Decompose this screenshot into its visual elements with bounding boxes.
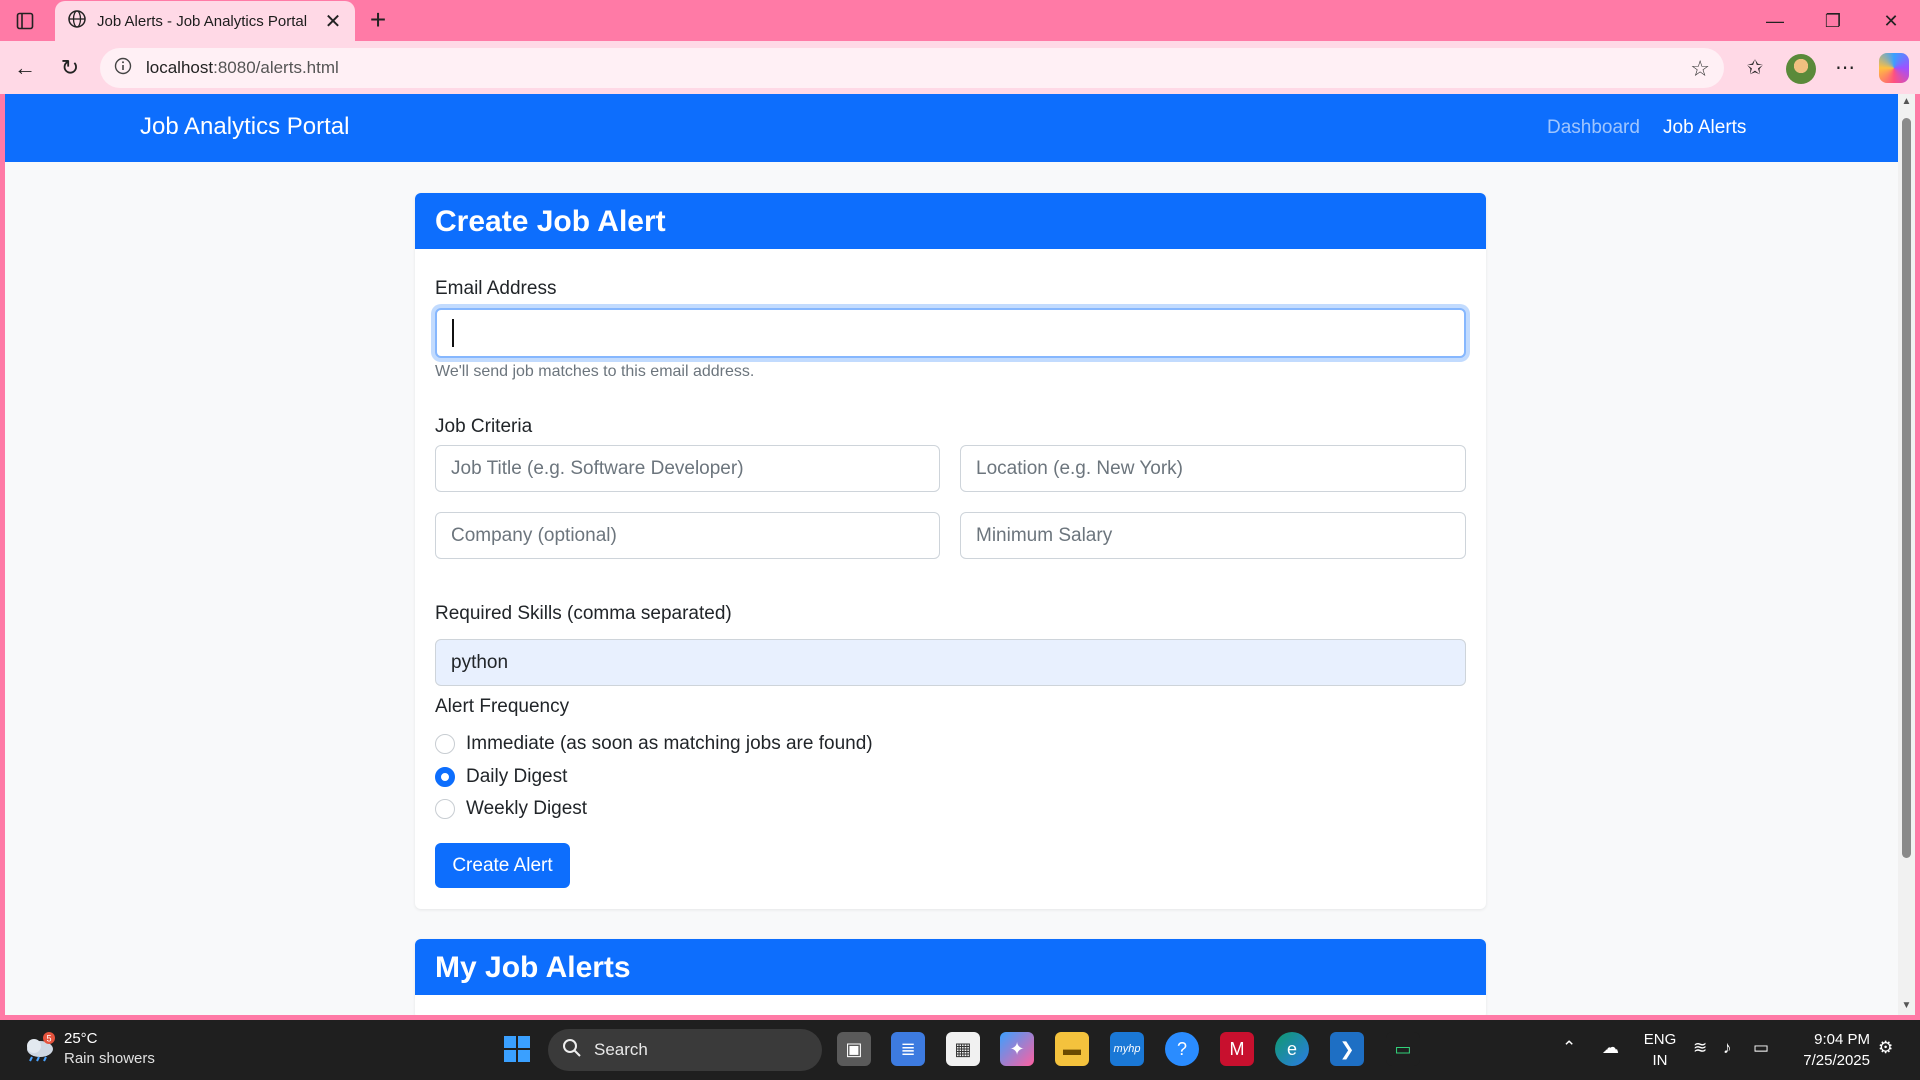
new-tab-button[interactable]: + xyxy=(364,6,392,34)
nav-link-job-alerts[interactable]: Job Alerts xyxy=(1663,117,1746,139)
email-field[interactable] xyxy=(435,308,1466,358)
browser-toolbar: ← ↻ localhost:8080/alerts.html ☆ ✩ ⋯ xyxy=(0,41,1920,94)
frequency-option-immediate[interactable]: Immediate (as soon as matching jobs are … xyxy=(435,733,873,755)
email-help-text: We'll send job matches to this email add… xyxy=(435,363,755,380)
show-hidden-icons[interactable]: ⌃ xyxy=(1562,1038,1576,1058)
address-bar[interactable]: localhost:8080/alerts.html ☆ xyxy=(100,48,1724,88)
taskbar-search[interactable]: Search xyxy=(548,1029,822,1071)
weather-temperature: 25°C xyxy=(64,1030,98,1047)
reload-icon[interactable]: ↻ xyxy=(55,53,85,83)
radio-daily-label: Daily Digest xyxy=(466,766,568,787)
email-label: Email Address xyxy=(435,278,557,299)
radio-daily[interactable] xyxy=(435,767,455,787)
location-input[interactable]: Location (e.g. New York) xyxy=(960,445,1466,492)
radio-weekly-label: Weekly Digest xyxy=(466,798,588,819)
favorite-star-icon[interactable]: ☆ xyxy=(1690,56,1710,82)
copilot-app-icon[interactable]: ✦ xyxy=(1000,1032,1034,1066)
browser-titlebar: Job Alerts - Job Analytics Portal ✕ + — … xyxy=(0,0,1920,41)
text-caret xyxy=(452,319,454,347)
browser-tab-active[interactable]: Job Alerts - Job Analytics Portal ✕ xyxy=(55,1,355,41)
brand-link[interactable]: Job Analytics Portal xyxy=(140,113,349,141)
site-info-icon[interactable] xyxy=(114,57,132,80)
weather-description: Rain showers xyxy=(64,1050,155,1067)
page-scrollbar[interactable]: ▲ ▼ xyxy=(1898,94,1915,1015)
edge-browser-icon[interactable]: e xyxy=(1275,1032,1309,1066)
minimize-icon[interactable]: — xyxy=(1755,6,1795,36)
vscode-icon[interactable]: ❯ xyxy=(1330,1032,1364,1066)
salary-placeholder: Minimum Salary xyxy=(976,524,1113,546)
file-explorer-icon[interactable]: ▬ xyxy=(1055,1032,1089,1066)
scroll-up-icon[interactable]: ▲ xyxy=(1901,96,1912,107)
volume-icon[interactable]: ♪ xyxy=(1723,1038,1732,1058)
scroll-thumb[interactable] xyxy=(1902,118,1911,858)
more-menu-icon[interactable]: ⋯ xyxy=(1830,53,1860,83)
tab-title: Job Alerts - Job Analytics Portal xyxy=(97,12,308,30)
close-window-icon[interactable]: ✕ xyxy=(1871,6,1911,36)
myhp-icon[interactable]: myhp xyxy=(1110,1032,1144,1066)
my-alerts-title: My Job Alerts xyxy=(415,939,1486,995)
close-tab-icon[interactable]: ✕ xyxy=(323,9,343,34)
radio-immediate-label: Immediate (as soon as matching jobs are … xyxy=(466,733,873,754)
radio-immediate[interactable] xyxy=(435,734,455,754)
frequency-option-daily[interactable]: Daily Digest xyxy=(435,766,567,788)
notifications-icon[interactable]: ⚙ xyxy=(1878,1038,1893,1058)
microsoft-store-icon[interactable]: ▦ xyxy=(946,1032,980,1066)
job-title-input[interactable]: Job Title (e.g. Software Developer) xyxy=(435,445,940,492)
site-navbar: Job Analytics Portal Dashboard Job Alert… xyxy=(5,94,1898,162)
system-clock[interactable]: 9:04 PM 7/25/2025 xyxy=(1780,1029,1870,1071)
terminal-app-icon[interactable]: ▭ xyxy=(1386,1032,1420,1066)
search-label: Search xyxy=(594,1040,648,1059)
scroll-down-icon[interactable]: ▼ xyxy=(1901,1000,1912,1011)
url-text: localhost:8080/alerts.html xyxy=(146,58,339,77)
location-placeholder: Location (e.g. New York) xyxy=(976,457,1184,479)
job-criteria-label: Job Criteria xyxy=(435,416,533,437)
task-view-icon[interactable]: ▣ xyxy=(837,1032,871,1066)
search-icon xyxy=(562,1038,582,1063)
radio-weekly[interactable] xyxy=(435,799,455,819)
copilot-icon[interactable] xyxy=(1879,53,1909,83)
onedrive-icon[interactable]: ☁ xyxy=(1602,1038,1619,1058)
alert-frequency-label: Alert Frequency xyxy=(435,696,570,717)
weather-rain-icon[interactable]: 5 xyxy=(22,1032,56,1062)
profile-avatar[interactable] xyxy=(1786,54,1816,84)
windows-taskbar: 5 25°C Rain showers Search ▣ ≣ ▦ ✦ ▬ myh… xyxy=(0,1020,1920,1080)
job-title-placeholder: Job Title (e.g. Software Developer) xyxy=(451,457,744,479)
globe-icon xyxy=(67,9,87,34)
skills-value: python xyxy=(451,651,509,673)
my-alerts-card: My Job Alerts xyxy=(415,939,1486,1015)
company-input[interactable]: Company (optional) xyxy=(435,512,940,559)
required-skills-label: Required Skills (comma separated) xyxy=(435,603,732,624)
windows-start-icon[interactable] xyxy=(500,1032,534,1066)
minimum-salary-input[interactable]: Minimum Salary xyxy=(960,512,1466,559)
wifi-icon[interactable]: ≋ xyxy=(1693,1038,1707,1058)
frequency-option-weekly[interactable]: Weekly Digest xyxy=(435,798,587,820)
nav-link-dashboard[interactable]: Dashboard xyxy=(1547,117,1640,139)
company-placeholder: Company (optional) xyxy=(451,524,617,546)
create-alert-card: Create Job Alert Email Address We'll sen… xyxy=(415,193,1486,909)
create-alert-button[interactable]: Create Alert xyxy=(435,843,570,888)
tab-actions-icon[interactable] xyxy=(12,8,38,34)
battery-icon[interactable]: ▭ xyxy=(1753,1038,1769,1058)
required-skills-input[interactable]: python xyxy=(435,639,1466,686)
page-viewport: Job Analytics Portal Dashboard Job Alert… xyxy=(5,94,1898,1015)
notepad-icon[interactable]: ≣ xyxy=(891,1032,925,1066)
back-arrow-icon[interactable]: ← xyxy=(10,53,40,83)
help-icon[interactable]: ? xyxy=(1165,1032,1199,1066)
favorites-icon[interactable]: ✩ xyxy=(1740,53,1770,83)
create-alert-title: Create Job Alert xyxy=(415,193,1486,249)
language-indicator[interactable]: ENG IN xyxy=(1640,1029,1680,1071)
mcafee-icon[interactable]: M xyxy=(1220,1032,1254,1066)
restore-icon[interactable]: ❐ xyxy=(1813,6,1853,36)
svg-text:5: 5 xyxy=(46,1034,51,1044)
